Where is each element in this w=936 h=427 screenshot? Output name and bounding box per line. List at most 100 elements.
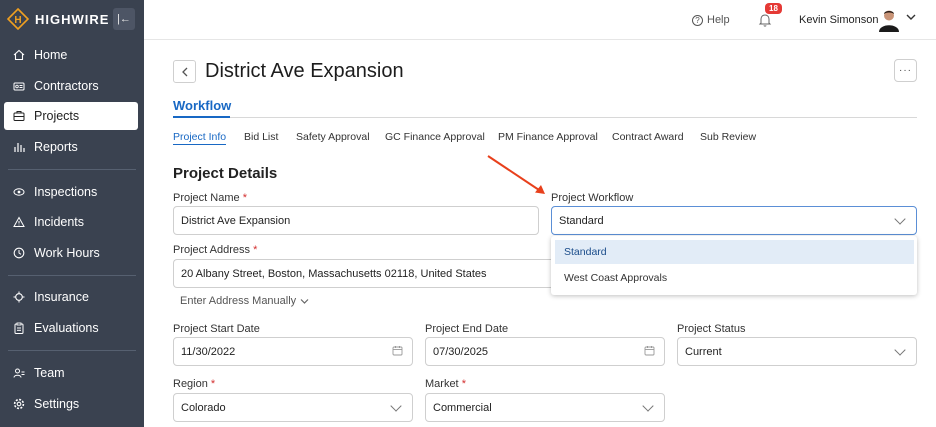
sidebar-divider [8,350,136,351]
team-icon [13,367,25,379]
back-button[interactable] [173,60,196,83]
sidebar-item-label: Contractors [34,79,99,93]
subtab-pm-finance-approval[interactable]: PM Finance Approval [498,131,598,143]
status-value: Current [685,345,722,358]
tab-active-indicator [173,116,230,118]
notification-badge: 18 [765,3,782,14]
sidebar-item-home[interactable]: Home [4,41,138,69]
sidebar-item-evaluations[interactable]: Evaluations [4,314,138,342]
project-address-input[interactable]: 20 Albany Street, Boston, Massachusetts … [173,259,551,288]
status-select[interactable]: Current [677,337,917,366]
evaluations-icon [13,322,25,334]
sidebar-item-label: Inspections [34,185,98,199]
subtab-contract-award[interactable]: Contract Award [612,131,684,143]
market-value: Commercial [433,401,492,414]
help-button[interactable]: ? Help [692,14,730,26]
start-date-label: Project Start Date [173,323,260,335]
sidebar-item-inspections[interactable]: Inspections [4,178,138,206]
start-date-value: 11/30/2022 [181,345,236,358]
region-select[interactable]: Colorado [173,393,413,422]
calendar-icon[interactable] [644,345,655,359]
svg-text:H: H [14,15,21,26]
enter-address-manually-link[interactable]: Enter Address Manually [180,295,309,307]
tab-divider [173,117,917,118]
project-name-value: District Ave Expansion [181,214,291,227]
collapse-left-icon: |← [117,13,131,25]
sidebar-item-label: Reports [34,140,78,154]
end-date-value: 07/30/2025 [433,345,489,358]
subtab-sub-review[interactable]: Sub Review [700,131,756,143]
chevron-down-icon [390,400,402,412]
sidebar-item-label: Incidents [34,215,85,229]
contractors-icon [13,80,25,92]
home-icon [13,49,25,61]
gear-icon [13,398,25,410]
sidebar-item-team[interactable]: Team [4,359,138,387]
sidebar-item-incidents[interactable]: Incidents [4,208,138,236]
help-icon: ? [692,14,703,26]
chevron-down-icon [894,213,906,225]
workflow-option-west-coast-approvals[interactable]: West Coast Approvals [555,266,914,290]
project-name-input[interactable]: District Ave Expansion [173,206,539,235]
sidebar-divider [8,275,136,276]
end-date-label: Project End Date [425,323,509,335]
sidebar-item-reports[interactable]: Reports [4,133,138,161]
sidebar-divider [8,169,136,170]
brand[interactable]: H HIGHWIRE [7,8,109,30]
status-label: Project Status [677,323,746,335]
subtab-bid-list[interactable]: Bid List [244,131,278,143]
page-title: District Ave Expansion [205,60,404,82]
inspections-icon [13,186,25,198]
workflow-dropdown-menu: Standard West Coast Approvals [551,236,917,295]
end-date-input[interactable]: 07/30/2025 [425,337,665,366]
project-address-value: 20 Albany Street, Boston, Massachusetts … [181,267,487,280]
sidebar-item-label: Evaluations [34,321,99,335]
sidebar-item-projects[interactable]: Projects [4,102,138,130]
region-label: Region * [173,378,216,390]
sidebar-item-label: Projects [34,109,80,123]
brand-name: HIGHWIRE [35,11,110,27]
start-date-input[interactable]: 11/30/2022 [173,337,413,366]
chevron-down-icon [300,298,309,304]
sidebar-item-contractors[interactable]: Contractors [4,72,138,100]
region-value: Colorado [181,401,226,414]
subtab-gc-finance-approval[interactable]: GC Finance Approval [385,131,485,143]
chevron-left-icon [181,67,187,76]
clock-icon [13,247,25,259]
sidebar-item-insurance[interactable]: Insurance [4,283,138,311]
workflow-option-standard[interactable]: Standard [555,240,914,264]
sidebar-item-work-hours[interactable]: Work Hours [4,239,138,267]
chevron-down-icon[interactable] [906,13,916,24]
chevron-down-icon [894,344,906,356]
more-options-button[interactable]: ··· [894,59,917,82]
market-select[interactable]: Commercial [425,393,665,422]
reports-icon [13,141,25,153]
highwire-logo-icon: H [7,8,29,30]
sidebar-item-settings[interactable]: Settings [4,390,138,418]
subtab-project-info[interactable]: Project Info [173,131,227,145]
warning-icon [13,216,25,228]
bell-icon[interactable] [757,12,773,28]
project-workflow-label: Project Workflow [551,192,634,204]
more-icon: ··· [899,65,912,76]
user-name[interactable]: Kevin Simonson [799,14,879,26]
avatar[interactable] [878,8,900,32]
annotation-arrow-icon [487,155,545,194]
sidebar: H HIGHWIRE |← Home Contractors Projects … [0,0,144,427]
project-workflow-value: Standard [559,214,604,227]
project-workflow-select[interactable]: Standard [551,206,917,235]
help-label: Help [707,14,730,26]
project-name-label: Project Name * [173,192,247,204]
sidebar-item-label: Insurance [34,290,89,304]
chevron-down-icon [642,400,654,412]
subtab-safety-approval[interactable]: Safety Approval [296,131,370,143]
sidebar-item-label: Work Hours [34,246,100,260]
sidebar-item-label: Team [34,366,65,380]
calendar-icon[interactable] [392,345,403,359]
section-title: Project Details [173,165,278,182]
collapse-sidebar-button[interactable]: |← [113,8,135,30]
sidebar-item-label: Settings [34,397,80,411]
tab-workflow[interactable]: Workflow [173,98,231,113]
insurance-icon [13,291,25,303]
enter-address-manually-label: Enter Address Manually [180,295,297,307]
